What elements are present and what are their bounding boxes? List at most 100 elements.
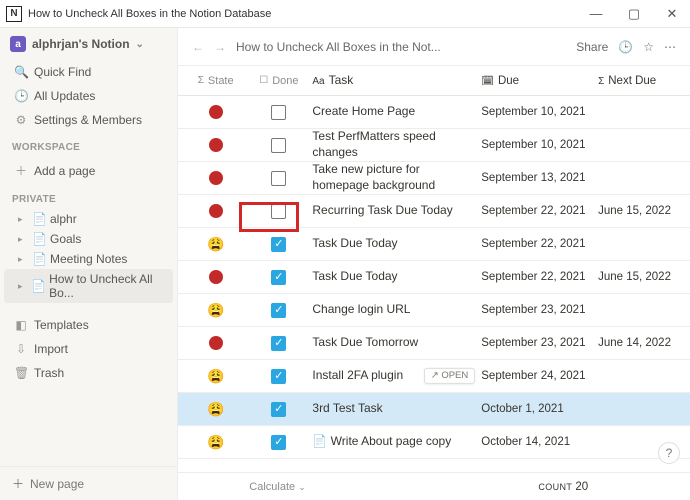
status-face-emoji: 😩 — [207, 368, 224, 385]
done-checkbox[interactable] — [271, 138, 286, 153]
done-checkbox[interactable] — [271, 237, 286, 252]
task-title: Create Home Page — [312, 104, 415, 118]
disclosure-triangle[interactable]: ▸ — [18, 281, 27, 292]
nav-forward[interactable]: → — [214, 40, 226, 54]
col-done[interactable]: Done — [272, 75, 298, 87]
favorite-icon[interactable]: ☆ — [643, 40, 654, 54]
due-date: September 23, 2021 — [481, 337, 585, 349]
templates[interactable]: ◧ Templates — [4, 314, 173, 336]
checkbox-icon: ☐ — [259, 75, 268, 87]
status-face-emoji: 😩 — [207, 236, 224, 253]
done-checkbox[interactable] — [271, 303, 286, 318]
workspace-switcher[interactable]: a alphrjan's Notion ⌄ — [0, 28, 177, 60]
due-date: September 10, 2021 — [481, 139, 585, 151]
table-row[interactable]: Task Due Today September 22, 2021 June 1… — [178, 261, 690, 294]
section-workspace: WORKSPACE — [0, 132, 177, 157]
page-icon: 📄 — [32, 212, 46, 226]
status-dot-red — [209, 204, 223, 218]
count-label: COUNT — [538, 482, 572, 492]
sidebar-page[interactable]: ▸📄Meeting Notes — [4, 249, 173, 269]
chevron-down-icon: ⌄ — [136, 39, 144, 50]
trash[interactable]: 🗑Trash — [4, 362, 173, 384]
table-row[interactable]: Task Due Tomorrow September 23, 2021 Jun… — [178, 327, 690, 360]
status-dot-red — [209, 270, 223, 284]
updates-icon[interactable]: 🕒 — [618, 40, 633, 54]
due-date: September 13, 2021 — [481, 172, 585, 184]
trash-icon: 🗑 — [14, 366, 28, 380]
quick-find[interactable]: 🔍Quick Find — [4, 61, 173, 83]
table-row[interactable]: ＋ ⠿ 😩 Install 2FA plugin↗ OPEN September… — [178, 360, 690, 393]
col-state[interactable]: State — [208, 75, 234, 87]
table-row[interactable]: Create Home Page September 10, 2021 — [178, 96, 690, 129]
clock-icon: 🕒 — [14, 89, 28, 103]
plus-icon: ＋ — [12, 475, 24, 492]
highlight-annotation — [239, 202, 299, 232]
due-date: October 14, 2021 — [481, 436, 570, 448]
status-face-emoji: 😩 — [207, 434, 224, 451]
due-date: September 22, 2021 — [481, 238, 585, 250]
status-dot-red — [209, 336, 223, 350]
table-row[interactable]: Test PerfMatters speed changes September… — [178, 129, 690, 162]
sidebar-page[interactable]: ▸ 📄 alphr — [4, 209, 173, 229]
open-button[interactable]: ↗ OPEN — [424, 368, 476, 384]
plus-icon: ＋ — [14, 162, 28, 179]
col-due[interactable]: Due — [498, 75, 519, 87]
done-checkbox[interactable] — [271, 171, 286, 186]
all-updates[interactable]: 🕒All Updates — [4, 85, 173, 107]
import[interactable]: ⇩Import — [4, 338, 173, 360]
done-checkbox[interactable] — [271, 270, 286, 285]
done-checkbox[interactable] — [271, 435, 286, 450]
add-page[interactable]: ＋Add a page — [4, 158, 173, 183]
task-title: Install 2FA plugin — [312, 368, 403, 382]
breadcrumb[interactable]: How to Uncheck All Boxes in the Not... — [236, 40, 566, 54]
col-task[interactable]: Task — [329, 73, 354, 87]
status-dot-red — [209, 105, 223, 119]
task-title: 3rd Test Task — [312, 401, 382, 415]
disclosure-triangle[interactable]: ▸ — [18, 214, 28, 225]
table-row[interactable]: 😩 Change login URL September 23, 2021 — [178, 294, 690, 327]
page-icon: 📄 — [32, 252, 46, 266]
task-title: 📄 Write About page copy — [312, 434, 451, 448]
sigma-icon: Σ — [598, 76, 604, 87]
task-title: Recurring Task Due Today — [312, 203, 452, 217]
done-checkbox[interactable] — [271, 402, 286, 417]
new-page[interactable]: ＋ New page — [0, 466, 177, 500]
close-button[interactable]: ✕ — [660, 6, 684, 22]
next-due-date: June 15, 2022 — [598, 271, 671, 283]
disclosure-triangle[interactable]: ▸ — [18, 254, 28, 265]
templates-label: Templates — [34, 318, 89, 332]
table-row[interactable]: 😩 Task Due Today September 22, 2021 — [178, 228, 690, 261]
done-checkbox[interactable] — [271, 369, 286, 384]
table-row[interactable]: 😩 3rd Test Task October 1, 2021 — [178, 393, 690, 426]
quick-find-label: Quick Find — [34, 65, 91, 79]
page-label: Goals — [50, 232, 81, 246]
app-icon: N — [6, 6, 22, 22]
disclosure-triangle[interactable]: ▸ — [18, 234, 28, 245]
table-row[interactable]: Take new picture for homepage background… — [178, 162, 690, 195]
task-title: Change login URL — [312, 302, 410, 316]
done-checkbox[interactable] — [271, 336, 286, 351]
new-page-label: New page — [30, 477, 84, 491]
sidebar-page[interactable]: ▸📄How to Uncheck All Bo... — [4, 269, 173, 303]
page-label: How to Uncheck All Bo... — [49, 272, 169, 300]
minimize-button[interactable]: — — [584, 6, 608, 21]
maximize-button[interactable]: ▢ — [622, 6, 646, 22]
settings-members[interactable]: ⚙Settings & Members — [4, 109, 173, 131]
share-button[interactable]: Share — [576, 40, 608, 54]
page-label: alphr — [50, 212, 77, 226]
templates-icon: ◧ — [14, 318, 28, 332]
done-checkbox[interactable] — [271, 105, 286, 120]
count-value: 20 — [575, 481, 588, 493]
calculate-menu[interactable]: Calculate ⌄ — [249, 481, 305, 493]
settings-label: Settings & Members — [34, 113, 142, 127]
topbar: ← → How to Uncheck All Boxes in the Not.… — [178, 28, 690, 66]
table-row[interactable]: Recurring Task Due Today September 22, 2… — [178, 195, 690, 228]
database-table: ΣState ☐Done AaTask 🗓Due ΣNext Due Creat… — [178, 66, 690, 472]
col-next[interactable]: Next Due — [608, 75, 656, 87]
table-row[interactable]: 😩 📄 Write About page copy October 14, 20… — [178, 426, 690, 459]
sidebar-page[interactable]: ▸📄Goals — [4, 229, 173, 249]
nav-back[interactable]: ← — [192, 40, 204, 54]
help-button[interactable]: ? — [658, 442, 680, 464]
more-icon[interactable]: ⋯ — [664, 40, 676, 54]
done-checkbox[interactable] — [271, 204, 286, 219]
